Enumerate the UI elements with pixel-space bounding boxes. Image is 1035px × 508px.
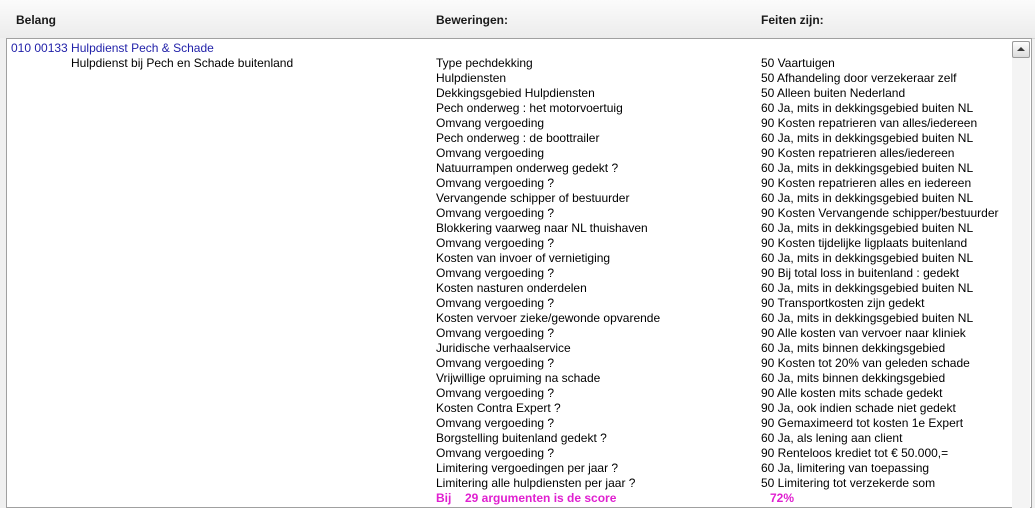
argument-cell: Kosten van invoer of vernietiging [436, 251, 611, 265]
group-title[interactable]: 010 00133 Hulpdienst Pech & Schade [11, 41, 214, 55]
argument-cell: Omvang vergoeding [436, 116, 545, 130]
fact-cell: 60 Ja, mits in dekkingsgebied buiten NL [761, 251, 974, 265]
column-header-belang[interactable]: Belang [16, 13, 56, 27]
argument-cell: Omvang vergoeding ? [436, 356, 555, 370]
argument-cell: Vrijwillige opruiming na schade [436, 371, 601, 385]
argument-cell: Omvang vergoeding ? [436, 266, 555, 280]
fact-cell: 60 Ja, mits binnen dekkingsgebied [761, 371, 946, 385]
fact-cell: 90 Ja, ook indien schade niet gedekt [761, 401, 956, 415]
fact-cell: 90 Kosten repatrieren alles/iedereen [761, 146, 955, 160]
argument-cell: Kosten Contra Expert ? [436, 401, 561, 415]
fact-cell: 60 Ja, mits in dekkingsgebied buiten NL [761, 191, 974, 205]
summary-text: 29 argumenten is de score [465, 491, 617, 505]
fact-cell: 90 Kosten repatrieren van alles/iedereen [761, 116, 978, 130]
fact-cell: 50 Limitering tot verzekerde som [761, 476, 936, 490]
argument-cell: Natuurrampen onderweg gedekt ? [436, 161, 619, 175]
argument-cell: Omvang vergoeding ? [436, 326, 555, 340]
arrow-up-icon [1017, 47, 1025, 51]
fact-cell: 60 Ja, mits in dekkingsgebied buiten NL [761, 131, 974, 145]
summary-score: 72% [770, 491, 795, 505]
fact-cell: 60 Ja, mits in dekkingsgebied buiten NL [761, 281, 974, 295]
fact-cell: 90 Transportkosten zijn gedekt [761, 296, 925, 310]
argument-cell: Limitering vergoedingen per jaar ? [436, 461, 619, 475]
fact-cell: 90 Kosten repatrieren alles en iedereen [761, 176, 972, 190]
argument-cell: Omvang vergoeding ? [436, 386, 555, 400]
argument-cell: Vervangende schipper of bestuurder [436, 191, 630, 205]
fact-cell: 60 Ja, mits binnen dekkingsgebied [761, 341, 946, 355]
vertical-scrollbar[interactable] [1012, 41, 1030, 508]
scroll-up-button[interactable] [1012, 41, 1030, 58]
argument-cell: Borgstelling buitenland gedekt ? [436, 431, 607, 445]
fact-cell: 60 Ja, mits in dekkingsgebied buiten NL [761, 311, 974, 325]
fact-cell: 90 Renteloos krediet tot € 50.000,= [761, 446, 949, 460]
argument-cell: Omvang vergoeding ? [436, 416, 555, 430]
argument-cell: Omvang vergoeding [436, 146, 545, 160]
argument-cell: Pech onderweg : de boottrailer [436, 131, 600, 145]
argument-cell: Type pechdekking [436, 56, 533, 70]
argument-cell: Omvang vergoeding ? [436, 296, 555, 310]
fact-cell: 90 Kosten tijdelijke ligplaats buitenlan… [761, 236, 968, 250]
fact-cell: 90 Kosten Vervangende schipper/bestuurde… [761, 206, 999, 220]
column-header-beweringen[interactable]: Beweringen: [436, 13, 508, 27]
fact-cell: 90 Alle kosten van vervoer naar kliniek [761, 326, 966, 340]
summary-prefix: Bij [436, 491, 452, 505]
fact-cell: 90 Gemaximeerd tot kosten 1e Expert [761, 416, 964, 430]
argument-cell: Omvang vergoeding ? [436, 446, 555, 460]
argument-cell: Omvang vergoeding ? [436, 236, 555, 250]
fact-cell: 60 Ja, als lening aan client [761, 431, 903, 445]
argument-cell: Kosten vervoer zieke/gewonde opvarende [436, 311, 661, 325]
fact-cell: 60 Ja, mits in dekkingsgebied buiten NL [761, 161, 974, 175]
fact-cell: 60 Ja, mits in dekkingsgebied buiten NL [761, 221, 974, 235]
argument-cell: Omvang vergoeding ? [436, 206, 555, 220]
argument-cell: Dekkingsgebied Hulpdiensten [436, 86, 595, 100]
fact-cell: 90 Alle kosten mits schade gedekt [761, 386, 943, 400]
fact-cell: 90 Kosten tot 20% van geleden schade [761, 356, 970, 370]
fact-cell: 50 Alleen buiten Nederland [761, 86, 906, 100]
argument-cell: Hulpdiensten [436, 71, 507, 85]
fact-cell: 50 Vaartuigen [761, 56, 835, 70]
argument-cell: Pech onderweg : het motorvoertuig [436, 101, 623, 115]
column-header-feiten[interactable]: Feiten zijn: [761, 13, 824, 27]
argument-cell: Kosten nasturen onderdelen [436, 281, 587, 295]
argument-cell: Blokkering vaarweg naar NL thuishaven [436, 221, 648, 235]
argument-cell: Juridische verhaalservice [436, 341, 571, 355]
fact-cell: 60 Ja, limitering van toepassing [761, 461, 930, 475]
fact-cell: 60 Ja, mits in dekkingsgebied buiten NL [761, 101, 974, 115]
argument-cell: Omvang vergoeding ? [436, 176, 555, 190]
argument-cell: Limitering alle hulpdiensten per jaar ? [436, 476, 636, 490]
group-subtitle: Hulpdienst bij Pech en Schade buitenland [71, 56, 294, 70]
fact-cell: 90 Bij total loss in buitenland : gedekt [761, 266, 960, 280]
fact-cell: 50 Afhandeling door verzekeraar zelf [761, 71, 957, 85]
column-header-bar: Belang Beweringen: Feiten zijn: [0, 0, 1035, 39]
